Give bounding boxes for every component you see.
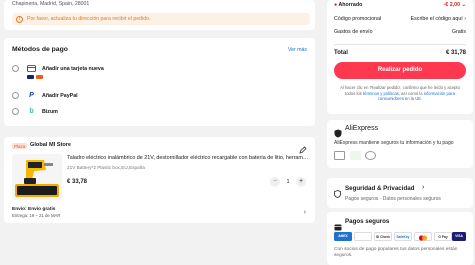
terms-text: Al hacer clic en 'Realizar pedido', conf… [340, 85, 460, 102]
visa-icon: VISA [452, 232, 466, 241]
safekey-icon: SafeKey [394, 232, 412, 241]
secure-payments-title: Pagos seguros [345, 218, 390, 225]
trust-seal-icon [365, 151, 376, 160]
total-label: Total [334, 50, 348, 56]
bizum-icon: b [29, 107, 34, 115]
secure-payments-card: Pagos seguros AMEX ID Check SafeKey G Pa… [327, 212, 473, 265]
store-name[interactable]: Global MI Store [30, 142, 71, 148]
terms-link[interactable]: términos y políticas [363, 91, 399, 96]
edit-icon[interactable] [299, 141, 307, 154]
see-more-link[interactable]: Ver más [288, 47, 307, 53]
delivery-info: Entrega: 19 – 21 de MAR [12, 212, 61, 218]
card-brand-icon [414, 232, 432, 241]
payment-option-label: Añadir una tarjeta nueva [42, 65, 104, 72]
payment-option-card[interactable]: Añadir una tarjeta nueva [12, 63, 212, 79]
shield-icon [334, 185, 341, 198]
total-value: € 31,78 [445, 50, 466, 56]
aliexpress-trust-text: AliExpress mantiene seguros tu informaci… [334, 140, 454, 146]
google-pay-icon: G Pay [434, 232, 452, 241]
security-subtitle: Pagos seguros · Datos personales seguros [345, 196, 441, 202]
store-tag: Plaza [12, 143, 28, 149]
address-alert: ! Por favor, actualiza tu dirección para… [12, 13, 310, 25]
decrease-quantity-button[interactable]: − [270, 177, 280, 187]
promo-code-row[interactable]: Código promocional Escribe el código aqu… [334, 16, 466, 24]
secure-payments-text: Con socios de pago populares tus datos p… [334, 247, 458, 258]
payment-methods-title: Métodos de pago [12, 46, 68, 53]
order-summary-card: ● Ahorrado -€ 2,00 ⌄ Código promocional … [327, 0, 473, 114]
chevron-down-icon[interactable]: ⌄ [462, 2, 466, 8]
discount-value: -€ 2,00 ⌄ [443, 2, 466, 8]
info-icon: ! [16, 15, 23, 23]
payment-option-paypal[interactable]: P Añadir PayPal [12, 90, 212, 102]
radio-button[interactable] [12, 92, 19, 99]
payment-option-bizum[interactable]: b Bizum [12, 106, 212, 118]
product-title[interactable]: Taladro eléctrico inalámbrico de 21V, de… [67, 155, 309, 162]
address-line: Chapineria, Madrid, Spain, 28001 [12, 1, 90, 7]
security-title: Seguridad & Privacidad [345, 185, 415, 192]
divider [334, 44, 466, 45]
discount-dot-icon: ● [334, 2, 338, 8]
shipping-cost-value: Gratis [451, 29, 466, 35]
product-image[interactable] [12, 154, 62, 200]
shipping-cost-label: Gastos de envío [334, 29, 373, 35]
address-card: Chapineria, Madrid, Spain, 28001 ! Por f… [4, 0, 315, 30]
security-privacy-card[interactable]: Seguridad & Privacidad › Pagos seguros ·… [327, 178, 473, 208]
promo-code-input[interactable]: Escribe el código aquí › [411, 16, 466, 22]
visa-icon [27, 75, 34, 79]
product-price: € 33,78 [67, 179, 88, 185]
total-row: Total € 31,78 [334, 50, 466, 58]
product-variant[interactable]: 21V Battery*2 Plastic box,EU,España [67, 165, 145, 170]
credit-card-icon [27, 64, 36, 73]
shield-icon [334, 125, 342, 138]
payment-methods-card: Métodos de pago Ver más Añadir una tarje… [4, 38, 315, 126]
mastercard-icon [354, 232, 372, 241]
aliexpress-logo: AliExpress [345, 125, 379, 132]
promo-code-label: Código promocional [334, 16, 382, 22]
mastercard-icon [36, 75, 43, 79]
secure-badge-icon [350, 151, 361, 160]
certificate-icon [334, 151, 345, 160]
quantity-value: 1 [286, 178, 290, 185]
chevron-right-icon[interactable]: › [304, 209, 306, 216]
credit-card-icon [334, 218, 342, 231]
place-order-button[interactable]: Realizar pedido [334, 62, 466, 79]
discount-row: ● Ahorrado -€ 2,00 ⌄ [334, 2, 466, 10]
amex-icon: AMEX [334, 232, 352, 241]
aliexpress-trust-card: AliExpress AliExpress mantiene seguros t… [327, 120, 473, 168]
store-card: Plaza Global MI Store Taladro eléctrico … [4, 137, 315, 223]
payment-option-label: Bizum [42, 108, 58, 115]
discount-label: ● Ahorrado [334, 2, 363, 8]
radio-button[interactable] [12, 108, 19, 115]
address-alert-text: Por favor, actualiza tu dirección para r… [27, 16, 151, 22]
radio-button[interactable] [12, 65, 19, 72]
increase-quantity-button[interactable]: + [296, 177, 306, 187]
id-check-icon: ID Check [374, 232, 392, 241]
shipping-info: Envío: Envío gratis [12, 207, 56, 212]
chevron-right-icon[interactable]: › [422, 184, 424, 191]
quantity-stepper: − 1 + [270, 177, 306, 187]
payment-option-label: Añadir PayPal [42, 92, 78, 99]
paypal-icon: P [29, 91, 34, 99]
shipping-cost-row: Gastos de envío Gratis [334, 29, 466, 37]
